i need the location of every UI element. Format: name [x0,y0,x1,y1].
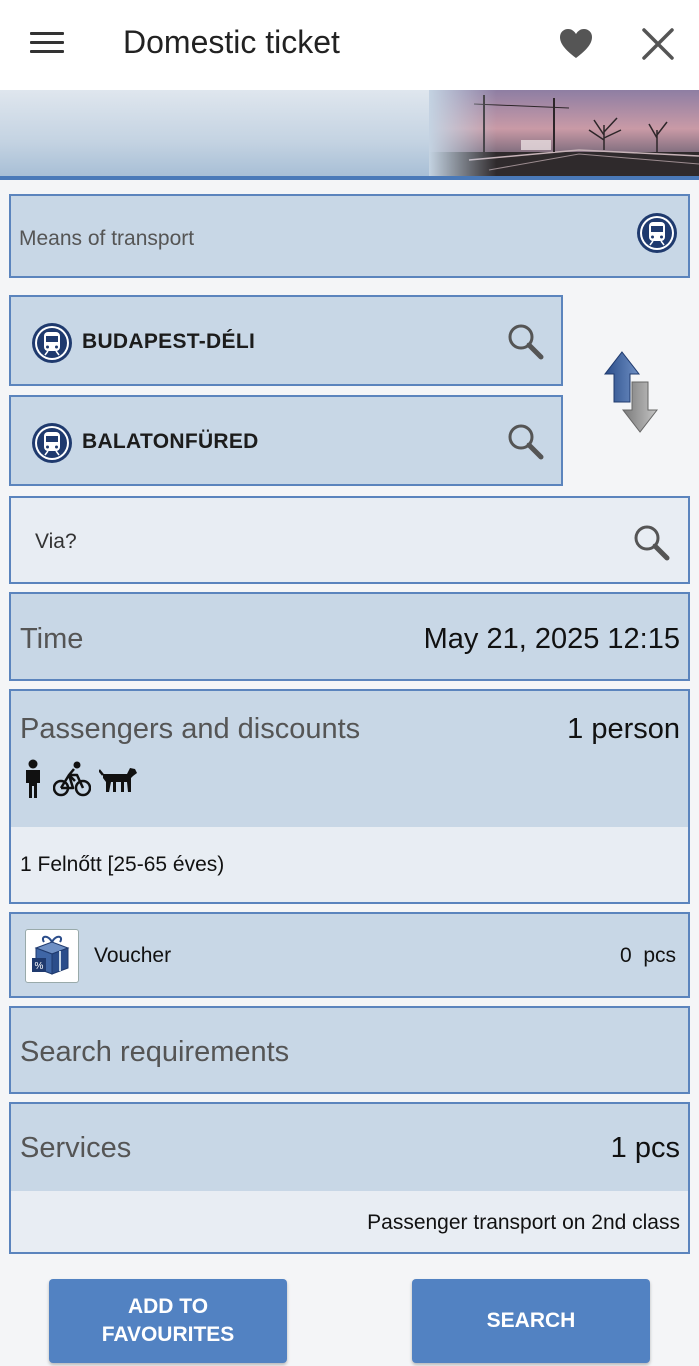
from-station-field[interactable]: BUDAPEST-DÉLI [9,295,563,386]
heart-icon[interactable] [556,24,596,64]
search-requirements[interactable]: Search requirements [9,1006,690,1094]
dog-icon [98,764,139,799]
hamburger-menu-icon[interactable] [30,30,64,56]
close-icon[interactable] [638,24,678,64]
time-selector[interactable]: Time May 21, 2025 12:15 [9,592,690,681]
passengers-detail: 1 Felnőtt [25-65 éves) [20,853,225,876]
services-header: Services 1 pcs [11,1104,688,1191]
services-label: Services [20,1132,132,1164]
magnifier-icon[interactable] [505,321,547,368]
via-placeholder: Via? [35,530,77,553]
magnifier-icon[interactable] [631,522,673,569]
page-title: Domestic ticket [123,24,340,60]
train-icon [636,212,678,259]
gift-voucher-icon: % [25,929,79,983]
bicycle-icon [52,761,92,802]
to-station-name: BALATONFÜRED [82,430,259,453]
header-banner [0,90,699,180]
passengers-detail-row: 1 Felnőtt [25-65 éves) [11,827,688,902]
add-to-favourites-button[interactable]: ADD TO FAVOURITES [49,1279,287,1363]
via-station-field[interactable]: Via? [9,496,690,584]
services-selector[interactable]: Services 1 pcs Passenger transport on 2n… [9,1102,690,1254]
from-station-name: BUDAPEST-DÉLI [82,330,256,353]
search-requirements-label: Search requirements [20,1036,290,1068]
to-station-field[interactable]: BALATONFÜRED [9,395,563,486]
services-count: 1 pcs [610,1132,680,1164]
passengers-label: Passengers and discounts [20,713,361,745]
train-icon [31,322,73,369]
services-detail-row: Passenger transport on 2nd class [11,1191,688,1252]
voucher-selector[interactable]: % Voucher 0 pcs [9,912,690,998]
svg-text:%: % [35,961,44,972]
voucher-quantity: 0 pcs [619,944,676,967]
means-of-transport-selector[interactable]: Means of transport [9,194,690,278]
train-icon [31,422,73,469]
person-icon [21,759,45,804]
swap-arrows-icon[interactable] [603,350,659,434]
passengers-and-discounts[interactable]: Passengers and discounts 1 person 1 Feln… [9,689,690,904]
passengers-header: Passengers and discounts 1 person [11,691,688,827]
services-detail: Passenger transport on 2nd class [367,1211,680,1234]
magnifier-icon[interactable] [505,421,547,468]
train-photo [429,90,699,176]
passengers-count: 1 person [567,713,680,745]
time-value: May 21, 2025 12:15 [423,623,680,655]
passenger-type-icons [21,759,139,804]
top-app-bar: Domestic ticket [0,0,699,90]
voucher-label: Voucher [94,944,172,967]
search-button[interactable]: SEARCH [412,1279,650,1363]
time-label: Time [20,623,84,655]
means-of-transport-label: Means of transport [19,227,195,250]
